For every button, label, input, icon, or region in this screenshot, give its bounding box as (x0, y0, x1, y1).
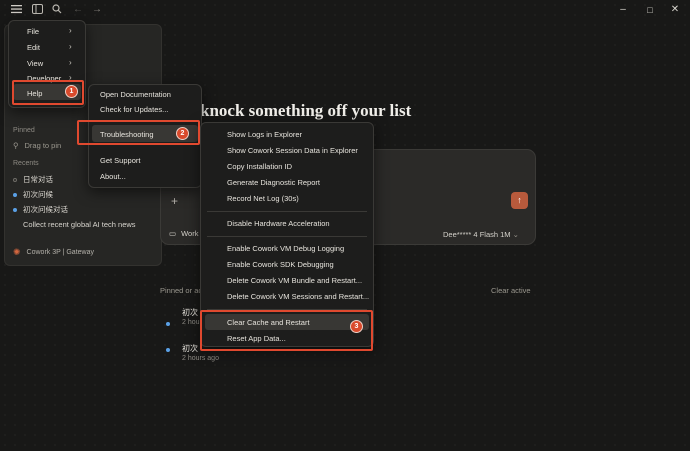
annotation-badge-3: 3 (350, 320, 363, 333)
sidebar-footer[interactable]: ✺ Cowork 3P | Gateway (13, 247, 94, 258)
recent-item-label: 初次问候 (23, 190, 53, 199)
menu-item-delete-vm-sessions[interactable]: Delete Cowork VM Sessions and Restart... (227, 292, 369, 301)
workspace-label: Work (181, 229, 199, 238)
list-item-title[interactable]: 初次 (182, 343, 198, 354)
recents-label: Recents (13, 160, 39, 167)
search-icon[interactable] (51, 4, 63, 16)
status-dot (166, 322, 170, 326)
chevron-right-icon: › (69, 26, 72, 35)
page-headline: knock something off your list (200, 101, 412, 120)
menu-item-delete-vm-bundle[interactable]: Delete Cowork VM Bundle and Restart... (227, 276, 362, 285)
menu-separator (207, 211, 367, 212)
status-dot (166, 348, 170, 352)
list-item-title[interactable]: 初次 (182, 307, 198, 318)
list-item-time: 2 hou (182, 319, 200, 326)
menu-item-vm-debug-logging[interactable]: Enable Cowork VM Debug Logging (227, 244, 344, 253)
menu-item-file[interactable]: File (27, 27, 39, 36)
menu-item-edit[interactable]: Edit (27, 43, 40, 52)
menu-item-record-net-log[interactable]: Record Net Log (30s) (227, 194, 299, 203)
menu-item-copy-installation-id[interactable]: Copy Installation ID (227, 162, 292, 171)
recent-item[interactable]: 日常对话 (13, 174, 53, 185)
list-item-time: 2 hours ago (182, 355, 219, 362)
clear-active-link[interactable]: Clear active (491, 286, 531, 295)
annotation-box-clear-cache (200, 310, 373, 351)
recent-item[interactable]: Collect recent global AI tech news (13, 220, 136, 229)
maximize-button[interactable]: □ (643, 3, 657, 17)
recent-item[interactable]: 初次问候 (13, 189, 53, 200)
sparkle-logo-icon: ✺ (13, 247, 21, 257)
status-dot (13, 223, 17, 227)
annotation-badge-2: 2 (176, 127, 189, 140)
list-header-left: Pinned or ac (160, 286, 203, 295)
model-selector[interactable]: Dee***** 4 Flash 1M ⌄ (443, 230, 519, 239)
chevron-right-icon: › (69, 58, 72, 67)
menu-separator (207, 236, 367, 237)
sidebar-toggle-icon[interactable] (31, 4, 43, 16)
menu-item-open-documentation[interactable]: Open Documentation (100, 90, 171, 99)
send-button[interactable]: ↑ (511, 192, 528, 209)
status-dot (13, 177, 17, 182)
menu-item-diagnostic-report[interactable]: Generate Diagnostic Report (227, 178, 320, 187)
pinned-label: Pinned (13, 127, 35, 134)
drag-to-pin: ⚲ Drag to pin (13, 141, 61, 150)
chevron-right-icon: › (69, 42, 72, 51)
add-attachment-icon[interactable]: + (171, 194, 178, 208)
menu-item-sdk-debugging[interactable]: Enable Cowork SDK Debugging (227, 260, 334, 269)
folder-icon: ▭ (169, 229, 177, 238)
recent-item[interactable]: 初次问候对话 (13, 204, 68, 215)
hamburger-icon[interactable] (10, 4, 22, 16)
workspace-selector[interactable]: ▭ Work (169, 229, 198, 238)
menu-item-show-session-data[interactable]: Show Cowork Session Data in Explorer (227, 146, 358, 155)
chevron-down-icon: ⌄ (512, 230, 519, 239)
minimize-button[interactable]: – (616, 3, 630, 17)
menu-item-disable-hw-accel[interactable]: Disable Hardware Acceleration (227, 219, 330, 228)
gateway-label: Cowork 3P | Gateway (26, 249, 94, 256)
model-label: Dee***** 4 Flash 1M (443, 230, 511, 239)
close-button[interactable]: ✕ (668, 3, 682, 17)
back-arrow-icon[interactable]: ← (72, 4, 84, 16)
pin-icon: ⚲ (13, 141, 19, 150)
title-bar: ← → – □ ✕ (0, 0, 690, 20)
recent-item-label: 初次问候对话 (23, 205, 68, 214)
status-dot (13, 192, 17, 197)
forward-arrow-icon[interactable]: → (91, 4, 103, 16)
menu-item-about[interactable]: About... (100, 172, 126, 181)
recent-item-label: Collect recent global AI tech news (23, 220, 136, 229)
menu-item-get-support[interactable]: Get Support (100, 156, 140, 165)
annotation-badge-1: 1 (65, 85, 78, 98)
recent-item-label: 日常对话 (23, 175, 53, 184)
menu-item-check-updates[interactable]: Check for Updates... (100, 105, 168, 114)
status-dot (13, 207, 17, 212)
menu-item-show-logs[interactable]: Show Logs in Explorer (227, 130, 302, 139)
drag-to-pin-label: Drag to pin (24, 141, 62, 150)
menu-item-view[interactable]: View (27, 59, 43, 68)
